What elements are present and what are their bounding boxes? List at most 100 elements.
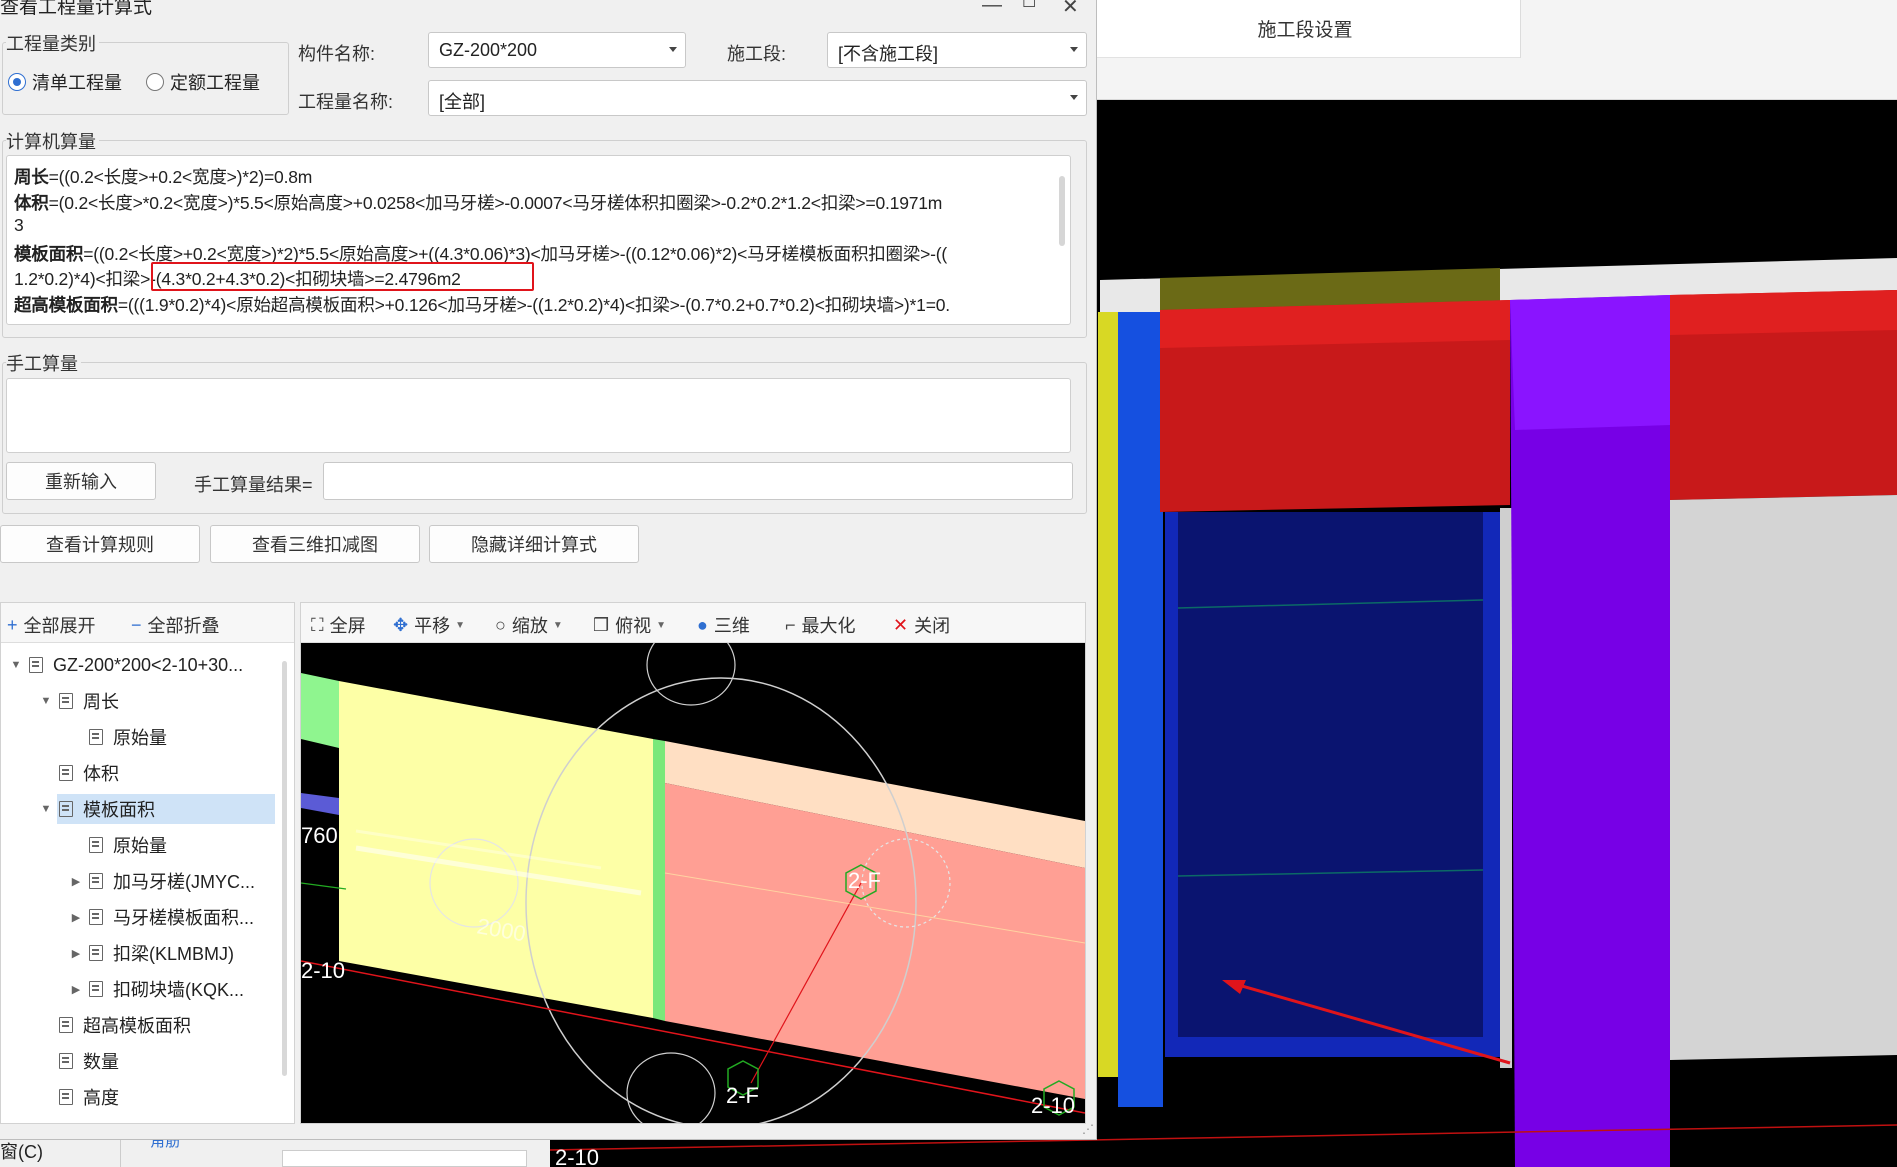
chevron-icon[interactable]: ▼ <box>39 803 53 815</box>
tree-node-label: 周长 <box>83 692 119 712</box>
qty-name-combo[interactable]: [全部] <box>428 80 1087 116</box>
radio-quota-qty[interactable]: 定额工程量 <box>146 69 260 95</box>
document-icon <box>89 981 103 997</box>
manual-calc-textarea[interactable] <box>6 378 1071 453</box>
chevron-down-icon <box>1070 95 1078 100</box>
chevron-down-icon: ▼ <box>656 619 667 631</box>
calc-line-super-high: 超高模板面积=(((1.9*0.2)*4)<原始超高模板面积>+0.126<加马… <box>14 295 950 315</box>
stage-combo[interactable]: [不含施工段] <box>827 32 1087 68</box>
three-d-button[interactable]: ● 三维 <box>697 612 750 638</box>
green-wall-left <box>301 673 339 748</box>
computer-calc-textarea[interactable]: 周长=((0.2<长度>+0.2<宽度>)*2)=0.8m 体积=(0.2<长度… <box>6 155 1071 325</box>
tree-node-label: 高度 <box>83 1088 119 1108</box>
pan-button[interactable]: ✥ 平移 ▼ <box>393 612 465 638</box>
document-icon <box>89 945 103 961</box>
view-rules-button[interactable]: 查看计算规则 <box>0 525 200 563</box>
navy-column <box>1178 512 1483 1037</box>
tree-node[interactable]: 高度 <box>39 1082 119 1112</box>
qty-name-label: 工程量名称: <box>298 92 394 112</box>
tree-node-label: 原始量 <box>113 836 167 856</box>
background-header: 施工段设置 <box>1090 0 1897 100</box>
chevron-icon[interactable]: ▶ <box>69 875 83 888</box>
component-name-combo[interactable]: GZ-200*200 <box>428 32 686 68</box>
manual-calc-group-label: 手工算量 <box>6 350 81 376</box>
calc-line-perimeter: 周长=((0.2<长度>+0.2<宽度>)*2)=0.8m <box>14 167 313 187</box>
tree-node[interactable]: ▶ 马牙槎模板面积... <box>69 902 254 932</box>
collapse-all-button[interactable]: − 全部折叠 <box>131 612 220 638</box>
chevron-icon[interactable]: ▶ <box>69 911 83 924</box>
maximize-icon[interactable]: ☐ <box>1022 0 1036 12</box>
hide-detail-button[interactable]: 隐藏详细计算式 <box>429 525 639 563</box>
minimize-icon[interactable]: — <box>982 0 1002 17</box>
dim-label-760: 760 <box>301 823 338 848</box>
top-view-button[interactable]: ❒ 俯视 ▼ <box>593 612 666 638</box>
dialog-title: 查看工程量计算式 <box>0 0 153 18</box>
document-icon <box>89 873 103 889</box>
fullscreen-icon: ⛶ <box>311 614 324 635</box>
tree-node-label: 加马牙槎(JMYC... <box>113 872 255 892</box>
chevron-down-icon: ▼ <box>552 619 563 631</box>
tree-node-label: 马牙槎模板面积... <box>113 908 255 928</box>
manual-result-input[interactable] <box>323 462 1073 500</box>
manual-result-label: 手工算量结果= <box>194 475 313 495</box>
document-icon <box>59 693 73 709</box>
radio-dot-unchecked[interactable] <box>146 73 164 91</box>
window-type-label[interactable]: 窗(C) <box>0 1138 43 1164</box>
axis-label-2f-mid: 2-F <box>848 868 881 893</box>
tree-node[interactable]: 原始量 <box>69 722 167 752</box>
tab-stage-settings[interactable]: 施工段设置 <box>1090 0 1520 58</box>
document-icon <box>59 801 73 817</box>
deduct-3d-canvas[interactable]: 2-F 2-F 2-10 2-10 760 2000 <box>301 643 1085 1123</box>
calc-line-volume-unit: 3 <box>14 215 24 235</box>
zoom-icon: ○ <box>495 614 506 635</box>
tree-node[interactable]: ▼ 模板面积 <box>41 794 275 824</box>
formula-tree-panel: + 全部展开 − 全部折叠 ▼ GZ-200*200<2-10+30... ▼ 周长 原始量… <box>0 602 295 1124</box>
axis-label-2f-bottom: 2-F <box>726 1083 759 1108</box>
document-icon <box>89 729 103 745</box>
maximize-view-button[interactable]: ⌐ 最大化 <box>785 612 856 638</box>
radio-bill-qty[interactable]: 清单工程量 <box>8 69 122 95</box>
document-icon <box>59 1053 73 1069</box>
view-3d-deduct-button[interactable]: 查看三维扣减图 <box>210 525 420 563</box>
header-separator <box>1520 0 1521 58</box>
radio-dot-checked[interactable] <box>8 73 26 91</box>
chevron-icon[interactable]: ▶ <box>69 983 83 996</box>
tree-node[interactable]: ▼ GZ-200*200<2-10+30... <box>9 650 244 680</box>
chevron-icon[interactable]: ▶ <box>69 947 83 960</box>
tree-node[interactable]: 数量 <box>39 1046 119 1076</box>
expand-icon: + <box>7 614 18 635</box>
tree-node[interactable]: ▶ 加马牙槎(JMYC... <box>69 866 255 896</box>
viewer-toolbar: ⛶ 全屏 ✥ 平移 ▼ ○ 缩放 ▼ ❒ 俯视 ▼ ● 三维 ⌐ 最大化 ✕ 关闭 <box>301 603 1085 643</box>
calc-formula-dialog: 查看工程量计算式 — ☐ ✕ 工程量类别 清单工程量 定额工程量 构件名称: G… <box>0 0 1097 1140</box>
fullscreen-button[interactable]: ⛶ 全屏 <box>311 612 366 638</box>
tree-node-label: 扣梁(KLMBMJ) <box>113 944 234 964</box>
chevron-icon[interactable]: ▼ <box>39 695 53 707</box>
reinput-button[interactable]: 重新输入 <box>6 462 156 500</box>
zoom-button[interactable]: ○ 缩放 ▼ <box>495 612 563 638</box>
qty-type-group-label: 工程量类别 <box>6 30 99 56</box>
axis-label-210-right: 2-10 <box>1031 1093 1075 1118</box>
calc-scrollbar[interactable] <box>1059 176 1065 246</box>
tree-node[interactable]: 原始量 <box>69 830 167 860</box>
collapse-icon: − <box>131 614 142 635</box>
bottom-input[interactable] <box>282 1150 527 1167</box>
tree-node[interactable]: 体积 <box>39 758 119 788</box>
chevron-icon[interactable]: ▼ <box>9 659 23 671</box>
close-icon[interactable]: ✕ <box>1062 0 1079 19</box>
tree-node[interactable]: ▼ 周长 <box>39 686 119 716</box>
resize-grip-icon[interactable]: ⋰ <box>1082 1122 1094 1136</box>
maximize-icon: ⌐ <box>785 614 796 635</box>
tree-node[interactable]: ▶ 扣砌块墙(KQK... <box>69 974 244 1004</box>
tree-scrollbar[interactable] <box>282 661 287 1076</box>
tree-node[interactable]: 超高模板面积 <box>39 1010 191 1040</box>
dialog-title-bar[interactable]: 查看工程量计算式 — ☐ ✕ <box>0 0 1097 22</box>
cube-icon: ❒ <box>593 614 610 635</box>
green-strip <box>653 739 665 1021</box>
tree-node[interactable]: ▶ 扣梁(KLMBMJ) <box>69 938 234 968</box>
deduct-3d-viewer-panel: ⛶ 全屏 ✥ 平移 ▼ ○ 缩放 ▼ ❒ 俯视 ▼ ● 三维 ⌐ 最大化 ✕ 关闭 <box>300 602 1086 1124</box>
expand-all-button[interactable]: + 全部展开 <box>7 612 96 638</box>
grey-wall-right <box>1670 495 1897 1060</box>
document-icon <box>89 837 103 853</box>
close-view-button[interactable]: ✕ 关闭 <box>893 612 950 638</box>
stage-label: 施工段: <box>727 44 787 64</box>
